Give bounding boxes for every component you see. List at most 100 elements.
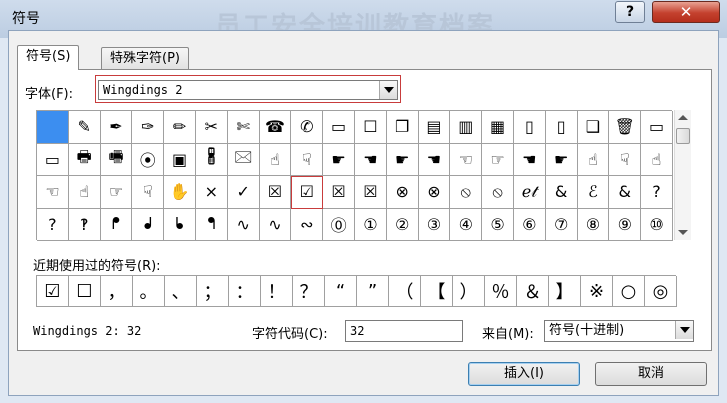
symbol-cell[interactable]: 🖁 [195, 143, 228, 176]
symbol-cell[interactable]: ⊗ [386, 176, 419, 209]
font-select[interactable]: Wingdings 2 [98, 80, 398, 100]
recent-symbol-cell[interactable]: 【 [421, 276, 453, 307]
symbol-cell[interactable]: ▭ [323, 111, 355, 144]
symbol-cell[interactable]: 🖶 [68, 143, 101, 176]
symbol-cell[interactable]: ⦸ [482, 176, 514, 209]
symbol-cell[interactable]: ✋ [164, 176, 196, 209]
symbol-cell[interactable]: ☒ [354, 176, 387, 209]
insert-button[interactable]: 插入(I) [468, 362, 580, 386]
symbol-cell[interactable]: ☒ [323, 176, 355, 209]
symbol-cell[interactable]: ᖲ [164, 208, 196, 241]
recent-symbol-cell[interactable]: ） [453, 276, 485, 307]
symbol-cell[interactable]: ☟ [132, 176, 165, 209]
symbol-cell[interactable]: ∾ [291, 208, 324, 241]
symbol-cell[interactable]: ▤ [418, 111, 451, 144]
recent-symbol-cell[interactable]: ☑ [37, 276, 69, 307]
symbol-cell[interactable]: ⑨ [609, 208, 642, 241]
symbol-cell[interactable]: ☜ [450, 143, 483, 176]
symbol-cell[interactable]: ✏ [164, 111, 196, 144]
recent-symbol-cell[interactable]: ※ [581, 276, 613, 307]
recent-symbol-cell[interactable]: 、 [165, 276, 197, 307]
symbol-cell[interactable]: ∿ [259, 208, 292, 241]
symbol-cell[interactable]: ▭ [37, 143, 69, 176]
symbol-cell[interactable]: ⊗ [418, 176, 451, 209]
recent-symbol-cell[interactable]: ％ [485, 276, 517, 307]
symbol-cell[interactable]: ▥ [450, 111, 483, 144]
symbol-cell[interactable]: ☚ [354, 143, 387, 176]
scroll-thumb[interactable] [676, 128, 690, 144]
symbol-cell[interactable]: ✄ [227, 111, 260, 144]
symbol-cell[interactable]: ⑦ [545, 208, 578, 241]
symbol-cell[interactable]: ☛ [545, 143, 578, 176]
symbol-cell[interactable]: ☑ [291, 176, 324, 209]
symbol-cell[interactable]: ☝ [641, 143, 673, 176]
recent-symbol-cell[interactable]: ○ [613, 276, 645, 307]
symbol-cell[interactable]: ▭ [641, 111, 673, 144]
chevron-down-icon[interactable] [379, 81, 397, 99]
symbol-cell[interactable]: ᖰ [100, 208, 133, 241]
symbol-cell[interactable]: ☒ [259, 176, 292, 209]
recent-symbol-cell[interactable]: ” [357, 276, 389, 307]
symbol-cell[interactable]: ① [354, 208, 387, 241]
symbol-cell[interactable]: ☝ [259, 143, 292, 176]
recent-symbol-cell[interactable]: ！ [261, 276, 293, 307]
recent-symbol-cell[interactable]: “ [325, 276, 357, 307]
from-select[interactable]: 符号(十进制) [544, 320, 694, 342]
tab-symbols[interactable]: 符号(S) [17, 45, 80, 70]
symbol-cell[interactable]: ☝ [68, 176, 101, 209]
recent-symbol-cell[interactable]: ： [229, 276, 261, 307]
symbol-cell[interactable]: ⑧ [577, 208, 610, 241]
symbol-cell[interactable]: ▣ [164, 143, 196, 176]
symbol-cell[interactable]: ☛ [323, 143, 355, 176]
help-button[interactable]: ? [615, 1, 645, 23]
symbol-cell[interactable]: ❑ [577, 111, 610, 144]
symbol-cell[interactable]: ☞ [482, 143, 514, 176]
symbol-cell[interactable]: ☐ [354, 111, 387, 144]
symbol-cell[interactable]: & [609, 176, 642, 209]
symbol-cell[interactable]: ☚ [513, 143, 546, 176]
tab-special-characters[interactable]: 特殊字符(P) [101, 47, 189, 69]
symbol-cell[interactable]: ✒ [100, 111, 133, 144]
symbol-cell[interactable]: ⑩ [641, 208, 673, 241]
recent-symbol-cell[interactable]: ☐ [69, 276, 101, 307]
symbol-cell[interactable]: ✎ [68, 111, 101, 144]
symbol-cell[interactable]: ② [386, 208, 419, 241]
symbol-cell[interactable]: ✑ [132, 111, 165, 144]
symbol-cell[interactable]: ③ [418, 208, 451, 241]
recent-symbol-cell[interactable]: 。 [133, 276, 165, 307]
symbol-cell[interactable]: ☎ [259, 111, 292, 144]
symbol-cell[interactable]: ✂ [195, 111, 228, 144]
symbol-cell[interactable]: ☞ [100, 176, 133, 209]
symbol-cell[interactable]: ④ [450, 208, 483, 241]
cancel-button[interactable]: 取消 [595, 362, 707, 386]
symbol-cell[interactable]: ᖱ [132, 208, 165, 241]
symbol-cell[interactable]: ☜ [37, 176, 69, 209]
symbol-cell[interactable]: ☟ [291, 143, 324, 176]
symbol-cell[interactable]: ☚ [418, 143, 451, 176]
symbol-cell[interactable]: 🗑 [609, 111, 642, 144]
recent-symbol-cell[interactable]: ＆ [517, 276, 549, 307]
symbol-grid-scrollbar[interactable] [674, 110, 691, 240]
recent-symbol-cell[interactable]: ， [101, 276, 133, 307]
symbol-cell[interactable]: ℯ𝓉 [513, 176, 546, 209]
symbol-cell[interactable]: ☝ [577, 143, 610, 176]
symbol-cell[interactable]: ❐ [386, 111, 419, 144]
symbol-cell[interactable]: ⦿ [132, 143, 165, 176]
symbol-cell[interactable]: ■ [37, 111, 69, 144]
symbol-cell[interactable]: ⑥ [513, 208, 546, 241]
symbol-cell[interactable]: ☟ [609, 143, 642, 176]
symbol-cell[interactable]: & [545, 176, 578, 209]
char-code-input[interactable]: 32 [345, 320, 463, 342]
symbol-cell[interactable]: ⑤ [482, 208, 514, 241]
close-button[interactable]: ✕ [652, 1, 720, 23]
symbol-cell[interactable]: ✆ [291, 111, 324, 144]
symbol-cell[interactable]: ? [641, 176, 673, 209]
symbol-cell[interactable]: ✓ [227, 176, 260, 209]
recent-symbol-cell[interactable]: ◎ [645, 276, 677, 307]
scroll-up-icon[interactable] [678, 115, 688, 120]
symbol-cell[interactable]: ▦ [482, 111, 514, 144]
recent-symbol-cell[interactable]: （ [389, 276, 421, 307]
symbol-cell[interactable]: ⓪ [323, 208, 355, 241]
symbol-cell[interactable]: 🖷 [100, 143, 133, 176]
symbol-cell[interactable]: ᖳ [195, 208, 228, 241]
